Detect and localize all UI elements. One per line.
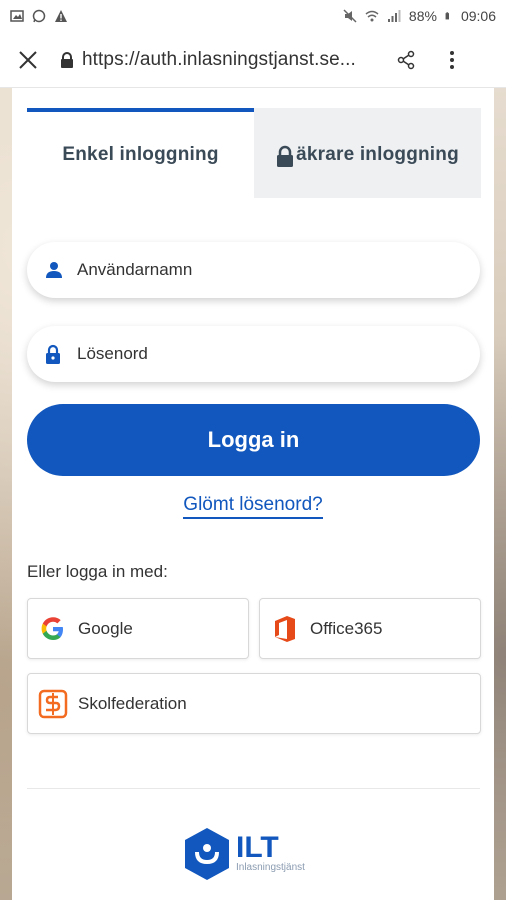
password-placeholder: Lösenord <box>77 344 148 363</box>
browser-url-bar: https://auth.inlasningstjanst.se... <box>0 32 506 88</box>
more-options-button[interactable] <box>432 50 472 70</box>
google-login-button[interactable]: Google <box>27 598 249 659</box>
login-card: Enkel inloggning äkrare inloggning Använ… <box>12 88 494 900</box>
lock-icon <box>277 145 294 167</box>
username-placeholder: Användarnamn <box>77 260 193 279</box>
wifi-icon <box>365 10 379 22</box>
tab-secure-login[interactable]: äkrare inloggning <box>254 108 481 198</box>
ilt-logo-icon <box>185 828 229 880</box>
tab-label: Enkel inloggning <box>62 144 219 165</box>
google-icon <box>38 614 68 644</box>
ilt-logo: ILT Inlasningstjänst <box>182 824 305 884</box>
signal-icon <box>387 10 401 22</box>
logo-subtitle: Inlasningstjänst <box>236 862 305 873</box>
url-text[interactable]: https://auth.inlasningstjanst.se... <box>82 49 382 71</box>
padlock-icon <box>45 344 67 364</box>
username-field[interactable]: Användarnamn <box>27 242 480 298</box>
share-button[interactable] <box>386 50 426 70</box>
logo-title: ILT <box>236 831 279 864</box>
alternatives-heading: Eller logga in med: <box>27 562 168 581</box>
tab-label: äkrare inloggning <box>296 144 459 165</box>
share-icon <box>397 50 415 69</box>
office365-login-button[interactable]: Office365 <box>259 598 481 659</box>
password-field[interactable]: Lösenord <box>27 326 480 382</box>
close-icon <box>19 50 37 69</box>
tab-simple-login[interactable]: Enkel inloggning <box>27 108 254 198</box>
skolfederation-login-button[interactable]: Skolfederation <box>27 673 481 734</box>
office365-icon <box>270 614 300 644</box>
mute-icon <box>343 9 357 23</box>
divider <box>27 788 480 789</box>
forgot-password-link[interactable]: Glömt lösenord? <box>12 494 494 519</box>
battery-icon <box>445 12 449 20</box>
more-vertical-icon <box>450 50 454 69</box>
battery-percent: 88% <box>408 8 437 24</box>
office365-label: Office365 <box>310 618 383 638</box>
user-icon <box>45 261 67 279</box>
login-tabs: Enkel inloggning äkrare inloggning <box>27 108 482 198</box>
google-label: Google <box>78 618 133 638</box>
skolfederation-icon <box>38 689 68 719</box>
clock: 09:06 <box>460 8 496 24</box>
close-tab-button[interactable] <box>0 32 56 88</box>
skolfederation-label: Skolfederation <box>78 693 187 713</box>
login-button[interactable]: Logga in <box>27 404 480 476</box>
whatsapp-icon <box>32 9 46 23</box>
forgot-password-label: Glömt lösenord? <box>183 494 323 519</box>
status-bar: 88% 09:06 <box>0 0 506 32</box>
secure-lock-icon <box>56 51 78 68</box>
gallery-icon <box>10 10 24 22</box>
warning-icon <box>55 10 67 22</box>
